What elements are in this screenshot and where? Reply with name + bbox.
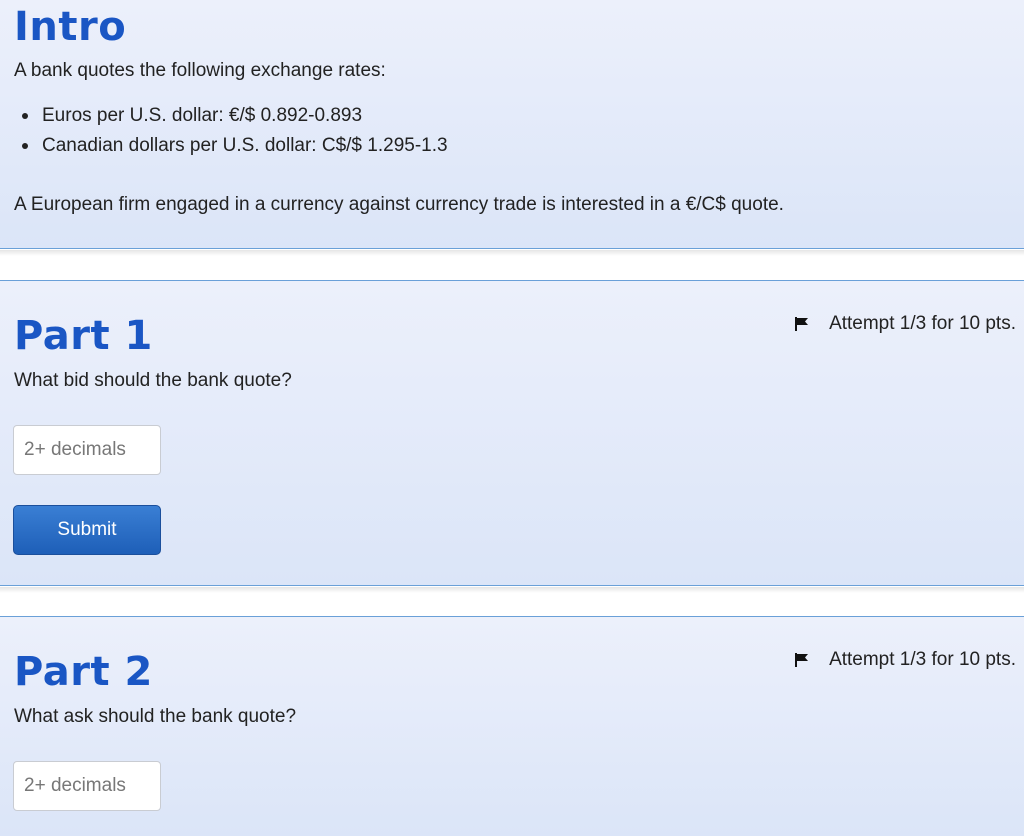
part1-title: Part 1 [14, 313, 153, 359]
part2-title: Part 2 [14, 649, 153, 695]
intro-context-text: A European firm engaged in a currency ag… [14, 194, 784, 215]
part1-card: Part 1 Attempt 1/3 for 10 pts. What bid … [0, 280, 1024, 586]
flag-icon[interactable] [793, 315, 811, 333]
part1-submit-button[interactable]: Submit [13, 505, 161, 555]
intro-title: Intro [14, 4, 127, 50]
rate-item-euro: Euros per U.S. dollar: €/$ 0.892-0.893 [22, 101, 448, 131]
part1-attempt-info: Attempt 1/3 for 10 pts. [793, 313, 1016, 335]
rate-item-cad: Canadian dollars per U.S. dollar: C$/$ 1… [22, 131, 448, 161]
flag-icon[interactable] [793, 651, 811, 669]
section-divider [0, 587, 1024, 593]
part2-attempt-info: Attempt 1/3 for 10 pts. [793, 649, 1016, 671]
part2-attempt-text: Attempt 1/3 for 10 pts. [829, 649, 1016, 670]
part1-attempt-text: Attempt 1/3 for 10 pts. [829, 313, 1016, 334]
part1-question: What bid should the bank quote? [14, 370, 292, 391]
part1-answer-input[interactable] [13, 425, 161, 475]
intro-lead-text: A bank quotes the following exchange rat… [14, 60, 386, 81]
part2-answer-input[interactable] [13, 761, 161, 811]
section-divider [0, 250, 1024, 256]
exchange-rate-list: Euros per U.S. dollar: €/$ 0.892-0.893 C… [14, 101, 448, 161]
part2-question: What ask should the bank quote? [14, 706, 297, 727]
intro-card: Intro A bank quotes the following exchan… [0, 0, 1024, 249]
part2-card: Part 2 Attempt 1/3 for 10 pts. What ask … [0, 616, 1024, 836]
